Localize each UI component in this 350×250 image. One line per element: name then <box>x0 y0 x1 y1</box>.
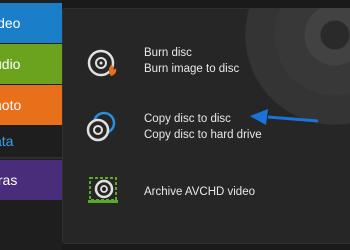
tab-extras-label: tras <box>0 172 18 188</box>
copy-group: Copy disc to disc Copy disc to hard driv… <box>144 111 262 143</box>
burn-disc-link[interactable]: Burn disc <box>144 45 239 61</box>
tab-data-label: ata <box>0 133 14 149</box>
burn-group: Burn disc Burn image to disc <box>144 45 239 77</box>
tab-audio-label: udio <box>0 56 21 72</box>
sidebar: ideo udio hoto ata tras <box>0 0 62 250</box>
tab-photo[interactable]: hoto <box>0 85 62 125</box>
archive-avchd-icon <box>88 177 118 203</box>
tab-video[interactable]: ideo <box>0 3 62 43</box>
content-panel: Burn disc Burn image to disc Copy disc t… <box>62 8 350 244</box>
tab-divider <box>0 157 62 159</box>
copy-disc-icon <box>86 111 116 142</box>
burn-image-link[interactable]: Burn image to disc <box>144 61 239 77</box>
tab-audio[interactable]: udio <box>0 44 62 84</box>
copy-hdd-link[interactable]: Copy disc to hard drive <box>144 127 262 143</box>
tab-photo-label: hoto <box>0 97 22 113</box>
copy-disc-link[interactable]: Copy disc to disc <box>144 111 262 127</box>
archive-avchd-link[interactable]: Archive AVCHD video <box>144 184 255 200</box>
tab-video-label: ideo <box>0 15 21 31</box>
burn-disc-icon <box>87 49 117 77</box>
tab-extras[interactable]: tras <box>0 160 62 200</box>
tab-data[interactable]: ata <box>0 126 62 156</box>
pointer-arrow-icon <box>250 109 318 125</box>
archive-group: Archive AVCHD video <box>144 184 255 200</box>
